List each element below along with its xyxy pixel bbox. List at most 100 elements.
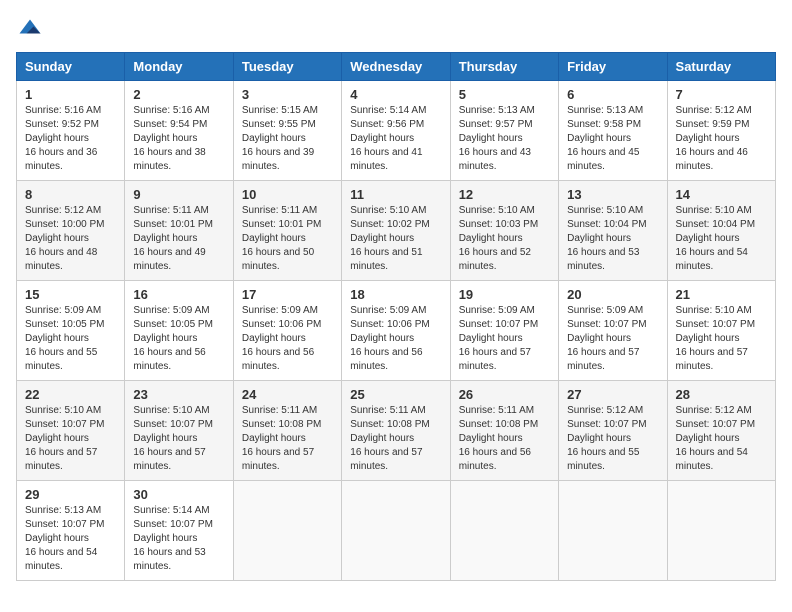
day-info: Sunrise: 5:12 AM Sunset: 10:07 PM Daylig…	[676, 404, 767, 474]
daylight-label: Daylight hours	[567, 233, 631, 244]
sunrise-label: Sunrise: 5:12 AM	[567, 405, 643, 416]
column-header-saturday: Saturday	[667, 53, 775, 81]
page-header	[16, 16, 776, 44]
calendar-cell: 25 Sunrise: 5:11 AM Sunset: 10:08 PM Day…	[342, 381, 450, 481]
day-number: 3	[242, 87, 333, 102]
column-header-sunday: Sunday	[17, 53, 125, 81]
column-header-tuesday: Tuesday	[233, 53, 341, 81]
daylight-label: Daylight hours	[242, 233, 306, 244]
day-info: Sunrise: 5:11 AM Sunset: 10:08 PM Daylig…	[459, 404, 550, 474]
daylight-duration: 16 hours and 38 minutes.	[133, 147, 205, 172]
calendar-cell: 5 Sunrise: 5:13 AM Sunset: 9:57 PM Dayli…	[450, 81, 558, 181]
daylight-label: Daylight hours	[133, 533, 197, 544]
calendar-cell	[342, 481, 450, 581]
daylight-duration: 16 hours and 53 minutes.	[133, 547, 205, 572]
sunset-label: Sunset: 10:05 PM	[133, 319, 213, 330]
day-info: Sunrise: 5:10 AM Sunset: 10:04 PM Daylig…	[676, 204, 767, 274]
sunrise-label: Sunrise: 5:10 AM	[133, 405, 209, 416]
day-info: Sunrise: 5:14 AM Sunset: 9:56 PM Dayligh…	[350, 104, 441, 174]
daylight-label: Daylight hours	[676, 433, 740, 444]
day-number: 18	[350, 287, 441, 302]
daylight-label: Daylight hours	[133, 433, 197, 444]
sunset-label: Sunset: 9:52 PM	[25, 119, 99, 130]
calendar-week-row: 8 Sunrise: 5:12 AM Sunset: 10:00 PM Dayl…	[17, 181, 776, 281]
day-number: 17	[242, 287, 333, 302]
daylight-duration: 16 hours and 57 minutes.	[459, 347, 531, 372]
calendar-cell: 18 Sunrise: 5:09 AM Sunset: 10:06 PM Day…	[342, 281, 450, 381]
day-info: Sunrise: 5:09 AM Sunset: 10:05 PM Daylig…	[133, 304, 224, 374]
day-info: Sunrise: 5:10 AM Sunset: 10:03 PM Daylig…	[459, 204, 550, 274]
daylight-label: Daylight hours	[676, 133, 740, 144]
calendar-cell: 24 Sunrise: 5:11 AM Sunset: 10:08 PM Day…	[233, 381, 341, 481]
sunrise-label: Sunrise: 5:11 AM	[459, 405, 534, 416]
sunset-label: Sunset: 9:58 PM	[567, 119, 641, 130]
calendar-cell: 26 Sunrise: 5:11 AM Sunset: 10:08 PM Day…	[450, 381, 558, 481]
calendar-cell: 16 Sunrise: 5:09 AM Sunset: 10:05 PM Day…	[125, 281, 233, 381]
calendar-cell: 27 Sunrise: 5:12 AM Sunset: 10:07 PM Day…	[559, 381, 667, 481]
daylight-label: Daylight hours	[350, 133, 414, 144]
sunset-label: Sunset: 10:07 PM	[567, 319, 647, 330]
daylight-label: Daylight hours	[350, 433, 414, 444]
sunset-label: Sunset: 10:07 PM	[25, 419, 105, 430]
daylight-label: Daylight hours	[242, 433, 306, 444]
daylight-label: Daylight hours	[25, 433, 89, 444]
sunrise-label: Sunrise: 5:11 AM	[350, 405, 425, 416]
sunset-label: Sunset: 10:05 PM	[25, 319, 105, 330]
calendar-cell: 13 Sunrise: 5:10 AM Sunset: 10:04 PM Day…	[559, 181, 667, 281]
column-header-thursday: Thursday	[450, 53, 558, 81]
day-info: Sunrise: 5:11 AM Sunset: 10:01 PM Daylig…	[133, 204, 224, 274]
day-number: 10	[242, 187, 333, 202]
sunrise-label: Sunrise: 5:13 AM	[459, 105, 535, 116]
daylight-label: Daylight hours	[133, 133, 197, 144]
day-info: Sunrise: 5:12 AM Sunset: 9:59 PM Dayligh…	[676, 104, 767, 174]
calendar-cell: 20 Sunrise: 5:09 AM Sunset: 10:07 PM Day…	[559, 281, 667, 381]
calendar-cell: 9 Sunrise: 5:11 AM Sunset: 10:01 PM Dayl…	[125, 181, 233, 281]
sunrise-label: Sunrise: 5:11 AM	[242, 405, 317, 416]
sunset-label: Sunset: 10:07 PM	[25, 519, 105, 530]
daylight-label: Daylight hours	[567, 133, 631, 144]
day-info: Sunrise: 5:13 AM Sunset: 9:57 PM Dayligh…	[459, 104, 550, 174]
day-info: Sunrise: 5:09 AM Sunset: 10:06 PM Daylig…	[242, 304, 333, 374]
day-number: 15	[25, 287, 116, 302]
sunset-label: Sunset: 9:55 PM	[242, 119, 316, 130]
daylight-duration: 16 hours and 57 minutes.	[25, 447, 97, 472]
daylight-label: Daylight hours	[25, 133, 89, 144]
day-number: 6	[567, 87, 658, 102]
day-number: 25	[350, 387, 441, 402]
sunset-label: Sunset: 9:59 PM	[676, 119, 750, 130]
day-number: 8	[25, 187, 116, 202]
sunset-label: Sunset: 9:57 PM	[459, 119, 533, 130]
calendar-header-row: SundayMondayTuesdayWednesdayThursdayFrid…	[17, 53, 776, 81]
sunrise-label: Sunrise: 5:10 AM	[25, 405, 101, 416]
sunset-label: Sunset: 10:07 PM	[676, 319, 756, 330]
day-number: 29	[25, 487, 116, 502]
calendar-cell	[667, 481, 775, 581]
sunrise-label: Sunrise: 5:10 AM	[459, 205, 535, 216]
sunrise-label: Sunrise: 5:14 AM	[133, 505, 209, 516]
calendar-week-row: 1 Sunrise: 5:16 AM Sunset: 9:52 PM Dayli…	[17, 81, 776, 181]
day-info: Sunrise: 5:09 AM Sunset: 10:05 PM Daylig…	[25, 304, 116, 374]
column-header-friday: Friday	[559, 53, 667, 81]
calendar-cell: 17 Sunrise: 5:09 AM Sunset: 10:06 PM Day…	[233, 281, 341, 381]
day-number: 11	[350, 187, 441, 202]
daylight-duration: 16 hours and 55 minutes.	[567, 447, 639, 472]
calendar-cell: 6 Sunrise: 5:13 AM Sunset: 9:58 PM Dayli…	[559, 81, 667, 181]
daylight-duration: 16 hours and 49 minutes.	[133, 247, 205, 272]
day-number: 26	[459, 387, 550, 402]
daylight-label: Daylight hours	[133, 333, 197, 344]
sunrise-label: Sunrise: 5:10 AM	[350, 205, 426, 216]
sunset-label: Sunset: 10:06 PM	[242, 319, 322, 330]
calendar-cell: 11 Sunrise: 5:10 AM Sunset: 10:02 PM Day…	[342, 181, 450, 281]
daylight-duration: 16 hours and 54 minutes.	[25, 547, 97, 572]
day-info: Sunrise: 5:12 AM Sunset: 10:00 PM Daylig…	[25, 204, 116, 274]
daylight-label: Daylight hours	[242, 133, 306, 144]
sunrise-label: Sunrise: 5:09 AM	[25, 305, 101, 316]
day-number: 19	[459, 287, 550, 302]
day-info: Sunrise: 5:11 AM Sunset: 10:08 PM Daylig…	[350, 404, 441, 474]
sunrise-label: Sunrise: 5:12 AM	[676, 105, 752, 116]
day-number: 28	[676, 387, 767, 402]
day-info: Sunrise: 5:16 AM Sunset: 9:54 PM Dayligh…	[133, 104, 224, 174]
daylight-duration: 16 hours and 54 minutes.	[676, 247, 748, 272]
daylight-label: Daylight hours	[25, 233, 89, 244]
day-number: 12	[459, 187, 550, 202]
